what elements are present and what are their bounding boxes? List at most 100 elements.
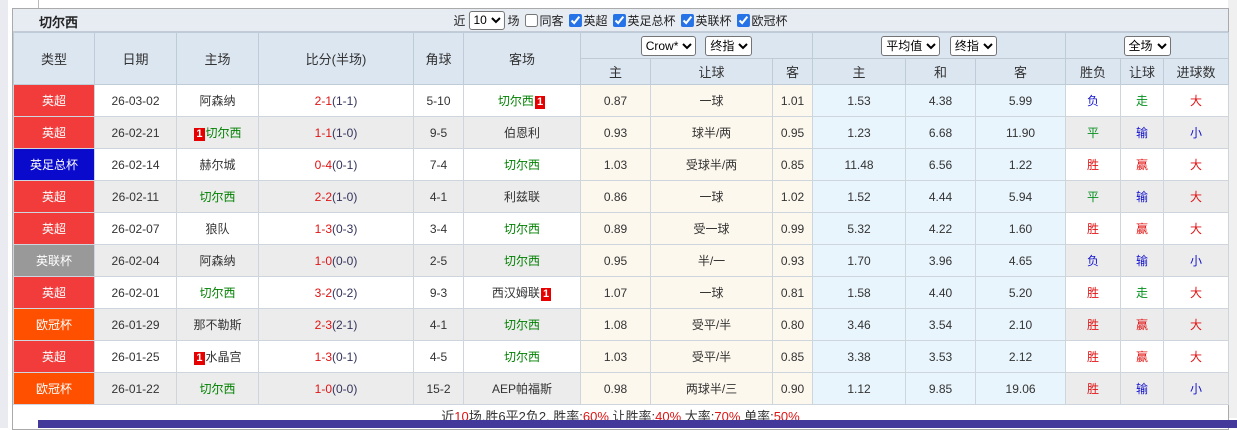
premier-league-checkbox[interactable] xyxy=(568,13,582,27)
efl-cup-checkbox[interactable] xyxy=(680,13,694,27)
team-matches-panel: 切尔西 近 10 场 同客 英超 英足总杯 英联杯 欧冠杯 类型 日期 主场 比… xyxy=(12,8,1230,430)
result-handicap: 输 xyxy=(1120,180,1165,213)
table-row: 欧冠杯 26-01-22 切尔西 1-0(0-0) 15-2 AEP帕福斯 0.… xyxy=(13,372,1230,405)
europe-odds-away: 5.99 xyxy=(975,84,1067,117)
result-goals: 大 xyxy=(1163,84,1230,117)
match-score: 1-3(0-1) xyxy=(258,340,414,373)
away-team: 利兹联 xyxy=(463,180,581,213)
fa-cup-checkbox[interactable] xyxy=(612,13,626,27)
europe-odds-away: 5.20 xyxy=(975,276,1067,309)
result-winlose: 负 xyxy=(1065,244,1122,277)
home-team: 狼队 xyxy=(176,212,259,245)
corner-score: 5-10 xyxy=(413,84,464,117)
result-handicap: 走 xyxy=(1120,276,1165,309)
away-team: 切尔西 xyxy=(463,308,581,341)
sub-header-crow-away: 客 xyxy=(771,58,814,85)
result-winlose: 胜 xyxy=(1065,276,1122,309)
handicap-odds-away: 0.81 xyxy=(771,276,814,309)
average-select[interactable]: 平均值 xyxy=(881,35,941,56)
corner-score: 4-5 xyxy=(413,340,464,373)
same-away-checkbox[interactable] xyxy=(524,13,538,27)
handicap-odds-line: 半/一 xyxy=(650,244,773,277)
league-filter-ucl[interactable]: 欧冠杯 xyxy=(735,12,788,29)
match-date: 26-02-21 xyxy=(94,116,177,149)
table-row: 英超 26-02-07 狼队 1-3(0-3) 3-4 切尔西 0.89 受一球… xyxy=(13,212,1230,245)
result-winlose: 平 xyxy=(1065,116,1122,149)
recent-count-select[interactable]: 10 xyxy=(468,10,505,30)
away-team: 西汉姆联 1 xyxy=(463,276,581,309)
league-filter-eflcup[interactable]: 英联杯 xyxy=(679,12,732,29)
result-goals: 小 xyxy=(1163,116,1230,149)
col-header-date: 日期 xyxy=(94,32,177,85)
sub-header-avg-draw: 和 xyxy=(905,58,977,85)
sub-header-avg-home: 主 xyxy=(812,58,907,85)
result-section: 全场 xyxy=(1065,32,1230,59)
result-winlose: 负 xyxy=(1065,84,1122,117)
match-score: 2-1(1-1) xyxy=(258,84,414,117)
league-filter-premier[interactable]: 英超 xyxy=(566,12,608,29)
col-header-corner: 角球 xyxy=(413,32,464,85)
europe-odds-away: 11.90 xyxy=(975,116,1067,149)
result-winlose: 胜 xyxy=(1065,372,1122,405)
result-winlose: 胜 xyxy=(1065,340,1122,373)
table-row: 英超 26-02-21 1 切尔西 1-1(1-0) 9-5 伯恩利 0.93 球… xyxy=(13,116,1230,149)
away-team: 伯恩利 xyxy=(463,116,581,149)
handicap-odds-away: 0.85 xyxy=(771,148,814,181)
match-date: 26-01-22 xyxy=(94,372,177,405)
europe-odds-away: 19.06 xyxy=(975,372,1067,405)
corner-score: 9-3 xyxy=(413,276,464,309)
sub-header-handicap-result: 让球 xyxy=(1120,58,1165,85)
europe-odds-home: 3.46 xyxy=(812,308,907,341)
home-team: 阿森纳 xyxy=(176,244,259,277)
match-score: 1-3(0-3) xyxy=(258,212,414,245)
match-score: 1-1(1-0) xyxy=(258,116,414,149)
match-score: 0-4(0-1) xyxy=(258,148,414,181)
match-date: 26-02-14 xyxy=(94,148,177,181)
result-winlose: 胜 xyxy=(1065,148,1122,181)
champions-league-checkbox[interactable] xyxy=(736,13,750,27)
same-away-option[interactable]: 同客 xyxy=(522,12,563,29)
handicap-odds-line: 受平/半 xyxy=(650,308,773,341)
handicap-odds-line: 两球半/三 xyxy=(650,372,773,405)
match-score: 2-2(1-0) xyxy=(258,180,414,213)
league-filter-facup[interactable]: 英足总杯 xyxy=(611,12,676,29)
match-score: 2-3(2-1) xyxy=(258,308,414,341)
europe-odds-away: 1.60 xyxy=(975,212,1067,245)
corner-score: 4-1 xyxy=(413,308,464,341)
result-handicap: 赢 xyxy=(1120,212,1165,245)
col-header-away: 客场 xyxy=(463,32,581,85)
final-odds-select-2[interactable]: 终指 xyxy=(949,35,997,56)
europe-odds-home: 5.32 xyxy=(812,212,907,245)
result-goals: 大 xyxy=(1163,180,1230,213)
league-badge: 英联杯 xyxy=(13,244,95,277)
europe-odds-section: 平均值 终指 xyxy=(812,32,1067,59)
table-row: 英超 26-03-02 阿森纳 2-1(1-1) 5-10 切尔西 1 0.87 … xyxy=(13,84,1230,117)
handicap-odds-home: 0.87 xyxy=(580,84,651,117)
home-team: 1 水晶宫 xyxy=(176,340,259,373)
away-team: 切尔西 xyxy=(463,212,581,245)
bottom-divider-bar xyxy=(38,420,1237,428)
premier-league-label: 英超 xyxy=(583,13,608,28)
result-handicap: 输 xyxy=(1120,116,1165,149)
away-team: 切尔西 xyxy=(463,244,581,277)
col-header-home: 主场 xyxy=(176,32,259,85)
handicap-odds-away: 1.02 xyxy=(771,180,814,213)
handicap-odds-home: 1.03 xyxy=(580,340,651,373)
table-row: 欧冠杯 26-01-29 那不勒斯 2-3(2-1) 4-1 切尔西 1.08 … xyxy=(13,308,1230,341)
europe-odds-draw: 4.40 xyxy=(905,276,977,309)
handicap-odds-home: 0.93 xyxy=(580,116,651,149)
match-date: 26-02-07 xyxy=(94,212,177,245)
handicap-odds-line: 受一球 xyxy=(650,212,773,245)
final-odds-select-1[interactable]: 终指 xyxy=(705,35,753,56)
result-handicap: 赢 xyxy=(1120,340,1165,373)
result-goals: 大 xyxy=(1163,308,1230,341)
bookmaker-select[interactable]: Crow* xyxy=(640,35,696,56)
europe-odds-draw: 3.53 xyxy=(905,340,977,373)
corner-score: 7-4 xyxy=(413,148,464,181)
frame-tick xyxy=(38,0,39,8)
corner-score: 3-4 xyxy=(413,212,464,245)
corner-score: 4-1 xyxy=(413,180,464,213)
scope-select[interactable]: 全场 xyxy=(1123,35,1171,56)
table-row: 英超 26-02-11 切尔西 2-2(1-0) 4-1 利兹联 0.86 一球… xyxy=(13,180,1230,213)
europe-odds-away: 2.12 xyxy=(975,340,1067,373)
